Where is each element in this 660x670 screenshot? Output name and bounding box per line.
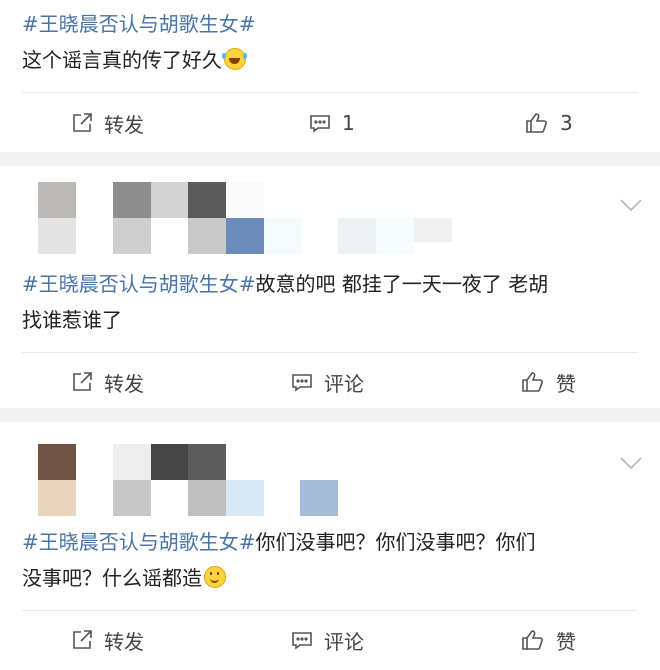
- thumbs-up-icon: [526, 113, 547, 133]
- chevron-down-icon[interactable]: [620, 198, 642, 212]
- post-text: #王晓晨否认与胡歌生女#: [22, 8, 642, 40]
- post-2: #王晓晨否认与胡歌生女#故意的吧 都挂了一天一夜了 老胡 找谁惹谁了 转发 评论…: [0, 166, 660, 412]
- blurred-user-info: [38, 182, 452, 268]
- comment-button[interactable]: 评论: [290, 610, 364, 670]
- post-text-line: 没事吧？什么谣都造: [22, 566, 202, 590]
- thumbs-up-icon: [522, 630, 543, 650]
- repost-button[interactable]: 转发: [70, 352, 144, 412]
- hashtag-link[interactable]: #王晓晨否认与胡歌生女#: [22, 272, 256, 296]
- post-text: 没事吧？什么谣都造: [22, 562, 642, 594]
- like-label: 赞: [556, 629, 576, 654]
- comment-label: 评论: [324, 371, 364, 396]
- post-separator: [0, 408, 660, 422]
- post-3: #王晓晨否认与胡歌生女#你们没事吧？你们没事吧？你们 没事吧？什么谣都造 转发 …: [0, 422, 660, 668]
- comment-icon: [292, 632, 312, 650]
- post-text-line: 故意的吧 都挂了一天一夜了 老胡: [255, 272, 549, 296]
- action-bar: 转发 评论 赞: [0, 352, 660, 412]
- post-text-line: 这个谣言真的传了好久: [22, 48, 222, 72]
- hashtag-link[interactable]: #王晓晨否认与胡歌生女#: [22, 530, 256, 554]
- hashtag-link[interactable]: #王晓晨否认与胡歌生女#: [22, 12, 256, 36]
- share-icon: [73, 113, 92, 132]
- like-button[interactable]: 赞: [520, 610, 576, 670]
- comment-button[interactable]: 评论: [290, 352, 364, 412]
- like-button[interactable]: 赞: [520, 352, 576, 412]
- post-text-line: 你们没事吧？你们没事吧？你们: [255, 530, 536, 554]
- post-1: #王晓晨否认与胡歌生女# 这个谣言真的传了好久 转发 1 3: [0, 0, 660, 152]
- post-text: #王晓晨否认与胡歌生女#故意的吧 都挂了一天一夜了 老胡: [22, 268, 642, 300]
- repost-label: 转发: [104, 371, 144, 396]
- thumbs-up-icon: [522, 372, 543, 392]
- comment-count: 1: [342, 111, 355, 135]
- chevron-down-icon[interactable]: [620, 456, 642, 470]
- repost-label: 转发: [104, 112, 144, 137]
- post-text-line: 找谁惹谁了: [22, 308, 122, 332]
- post-text: 找谁惹谁了: [22, 304, 642, 336]
- action-bar: 转发 1 3: [0, 93, 660, 153]
- repost-label: 转发: [104, 629, 144, 654]
- post-text: #王晓晨否认与胡歌生女#你们没事吧？你们没事吧？你们: [22, 526, 642, 558]
- repost-button[interactable]: 转发: [70, 93, 144, 153]
- post-text: 这个谣言真的传了好久: [22, 44, 642, 76]
- comment-icon: [292, 374, 312, 392]
- comment-label: 评论: [324, 629, 364, 654]
- share-icon: [73, 630, 92, 649]
- like-label: 赞: [556, 371, 576, 396]
- repost-button[interactable]: 转发: [70, 610, 144, 670]
- comment-icon: [310, 115, 330, 133]
- like-button[interactable]: 3: [524, 93, 573, 153]
- smile-emoji-icon: [204, 566, 226, 588]
- blurred-user-info: [38, 444, 428, 530]
- share-icon: [73, 372, 92, 391]
- action-bar: 转发 评论 赞: [0, 610, 660, 670]
- post-separator: [0, 152, 660, 166]
- comment-button[interactable]: 1: [308, 93, 355, 153]
- like-count: 3: [560, 111, 573, 135]
- laugh-cry-emoji-icon: [222, 48, 246, 70]
